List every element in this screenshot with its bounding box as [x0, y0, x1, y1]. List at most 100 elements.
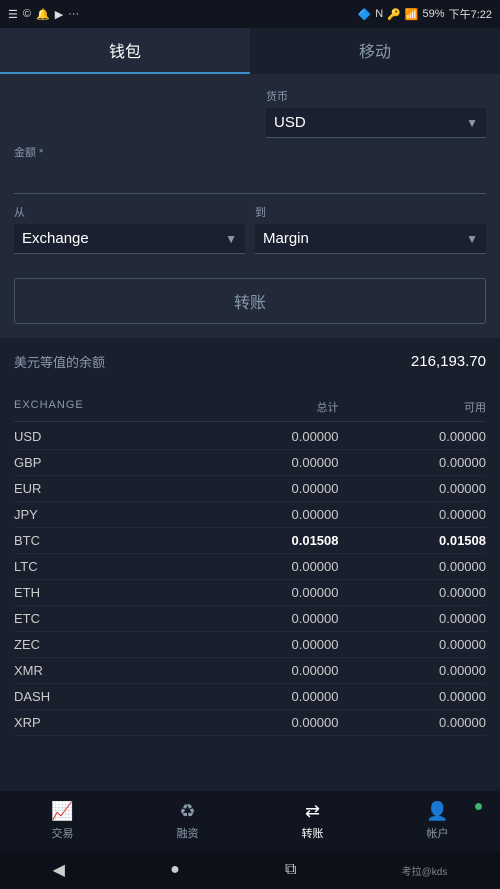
row-total-xmr: 0.00000: [191, 663, 339, 678]
from-value: Exchange: [22, 230, 89, 247]
row-total-gbp: 0.00000: [191, 455, 339, 470]
row-available-usd: 0.00000: [339, 429, 487, 444]
currency-row: 货币 USD ▼: [14, 88, 486, 138]
funding-icon: ♻: [179, 801, 195, 822]
balance-section: 美元等值的余额 216,193.70: [0, 338, 500, 393]
row-available-zec: 0.00000: [339, 637, 487, 652]
table-row[interactable]: ETC 0.00000 0.00000: [14, 606, 486, 632]
nav-trade[interactable]: 📈 交易: [0, 801, 125, 841]
table-row[interactable]: BTC 0.01508 0.01508: [14, 528, 486, 554]
row-available-dash: 0.00000: [339, 689, 487, 704]
nav-account[interactable]: 👤 帐户: [375, 801, 500, 841]
table-row[interactable]: USD 0.00000 0.00000: [14, 424, 486, 450]
amount-input[interactable]: [14, 164, 486, 194]
row-coin-usd: USD: [14, 429, 191, 444]
row-available-gbp: 0.00000: [339, 455, 487, 470]
to-label: 到: [255, 204, 486, 220]
amount-label: 金额 *: [14, 144, 486, 160]
key-icon: 🔑: [387, 8, 401, 21]
system-nav: ◀ ● ⧉ 考拉@kds: [0, 851, 500, 889]
time-label: 下午7:22: [449, 6, 492, 22]
row-total-jpy: 0.00000: [191, 507, 339, 522]
table-row[interactable]: DASH 0.00000 0.00000: [14, 684, 486, 710]
trade-icon: 📈: [51, 801, 73, 822]
app-icon: ©: [23, 8, 31, 20]
back-button[interactable]: ◀: [53, 860, 65, 880]
table-row[interactable]: ZEC 0.00000 0.00000: [14, 632, 486, 658]
table-row[interactable]: XMR 0.00000 0.00000: [14, 658, 486, 684]
bluetooth-icon: 🔷: [357, 8, 371, 21]
row-coin-dash: DASH: [14, 689, 191, 704]
to-select[interactable]: Margin ▼: [255, 224, 486, 254]
menu-icon: ☰: [8, 8, 18, 21]
row-coin-eur: EUR: [14, 481, 191, 496]
currency-arrow-icon: ▼: [466, 116, 478, 130]
battery-label: 59%: [423, 8, 445, 20]
tab-wallet[interactable]: 钱包: [0, 28, 250, 74]
from-to-row: 从 Exchange ▼ 到 Margin ▼: [14, 204, 486, 254]
row-coin-btc: BTC: [14, 533, 191, 548]
tab-mobile[interactable]: 移动: [250, 28, 500, 74]
row-total-ltc: 0.00000: [191, 559, 339, 574]
col-total-label: 总计: [191, 399, 339, 415]
to-field: 到 Margin ▼: [255, 204, 486, 254]
play-icon: ▶: [55, 8, 63, 21]
watermark: 考拉@kds: [402, 863, 448, 878]
funding-label: 融资: [177, 825, 199, 841]
amount-field: 金额 *: [14, 144, 486, 194]
transfer-btn-row: 转账: [14, 268, 486, 338]
table-section: EXCHANGE 总计 可用 USD 0.00000 0.00000 GBP 0…: [0, 393, 500, 736]
status-left-icons: ☰ © 🔔 ▶ ···: [8, 8, 79, 21]
row-available-eur: 0.00000: [339, 481, 487, 496]
from-field: 从 Exchange ▼: [14, 204, 245, 254]
row-total-zec: 0.00000: [191, 637, 339, 652]
home-button[interactable]: ●: [170, 861, 180, 879]
transfer-button[interactable]: 转账: [14, 278, 486, 324]
row-coin-eth: ETH: [14, 585, 191, 600]
from-arrow-icon: ▼: [225, 232, 237, 246]
col-exchange-label: EXCHANGE: [14, 399, 191, 415]
row-total-dash: 0.00000: [191, 689, 339, 704]
nav-funding[interactable]: ♻ 融资: [125, 801, 250, 841]
table-row[interactable]: GBP 0.00000 0.00000: [14, 450, 486, 476]
balance-value: 216,193.70: [411, 353, 486, 370]
row-coin-xrp: XRP: [14, 715, 191, 730]
row-available-jpy: 0.00000: [339, 507, 487, 522]
table-row[interactable]: XRP 0.00000 0.00000: [14, 710, 486, 736]
row-total-btc: 0.01508: [191, 533, 339, 548]
table-body: USD 0.00000 0.00000 GBP 0.00000 0.00000 …: [14, 424, 486, 736]
account-dot: [475, 803, 482, 810]
row-available-ltc: 0.00000: [339, 559, 487, 574]
amount-row: 金额 *: [14, 144, 486, 194]
nfc-icon: N: [375, 8, 383, 20]
table-header: EXCHANGE 总计 可用: [14, 393, 486, 422]
from-select[interactable]: Exchange ▼: [14, 224, 245, 254]
signal-icon: 📶: [405, 8, 419, 21]
transfer-icon: ⇄: [305, 801, 320, 822]
table-row[interactable]: JPY 0.00000 0.00000: [14, 502, 486, 528]
currency-value: USD: [274, 114, 306, 131]
bell-icon: 🔔: [36, 8, 50, 21]
row-coin-xmr: XMR: [14, 663, 191, 678]
row-total-etc: 0.00000: [191, 611, 339, 626]
row-coin-zec: ZEC: [14, 637, 191, 652]
currency-select[interactable]: USD ▼: [266, 108, 486, 138]
row-total-usd: 0.00000: [191, 429, 339, 444]
currency-field: 货币 USD ▼: [266, 88, 486, 138]
row-coin-etc: ETC: [14, 611, 191, 626]
nav-transfer[interactable]: ⇄ 转账: [250, 801, 375, 841]
to-value: Margin: [263, 230, 309, 247]
row-available-etc: 0.00000: [339, 611, 487, 626]
table-row[interactable]: LTC 0.00000 0.00000: [14, 554, 486, 580]
row-total-eth: 0.00000: [191, 585, 339, 600]
from-label: 从: [14, 204, 245, 220]
transfer-nav-label: 转账: [302, 825, 324, 841]
balance-row: 美元等值的余额 216,193.70: [14, 352, 486, 371]
table-row[interactable]: ETH 0.00000 0.00000: [14, 580, 486, 606]
row-coin-ltc: LTC: [14, 559, 191, 574]
currency-label: 货币: [266, 88, 486, 104]
recent-button[interactable]: ⧉: [285, 861, 296, 879]
row-available-btc: 0.01508: [339, 533, 487, 548]
bottom-nav: 📈 交易 ♻ 融资 ⇄ 转账 👤 帐户: [0, 791, 500, 851]
table-row[interactable]: EUR 0.00000 0.00000: [14, 476, 486, 502]
